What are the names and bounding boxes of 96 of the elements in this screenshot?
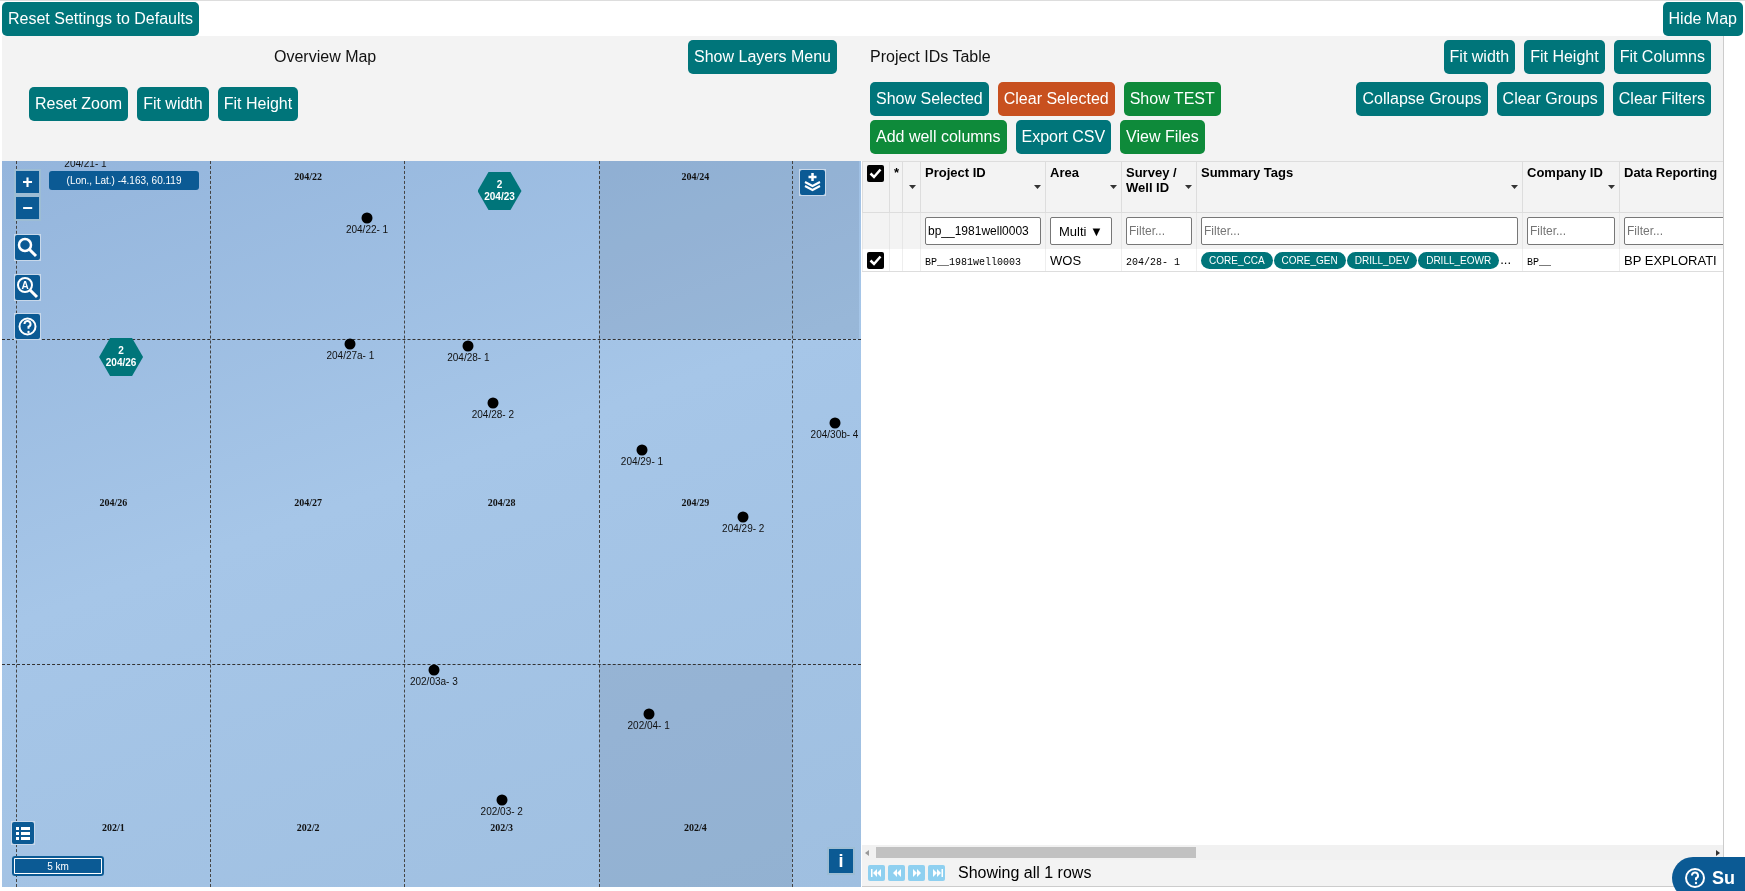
- well-marker[interactable]: [361, 212, 373, 224]
- table-toolbar-button[interactable]: Clear Selected: [997, 82, 1115, 116]
- dropdown-icon[interactable]: [1607, 184, 1616, 190]
- table-toolbar-button[interactable]: View Files: [1120, 120, 1205, 154]
- well-label: 202/04- 1: [627, 720, 670, 732]
- table-cell: 204/28- 1: [1126, 256, 1180, 268]
- table-toolbar-button[interactable]: Collapse Groups: [1356, 82, 1488, 116]
- help-icon[interactable]: [14, 313, 41, 340]
- show-layers-button[interactable]: Show Layers Menu: [688, 40, 837, 74]
- table-toolbar-button[interactable]: Add well columns: [870, 120, 1007, 154]
- table-toolbar-button[interactable]: Show Selected: [870, 82, 989, 116]
- well-label: 202/03- 2: [480, 805, 523, 817]
- well-marker[interactable]: [636, 444, 648, 456]
- well-label: 204/28- 1: [447, 351, 490, 363]
- panel-title: Overview Map: [274, 47, 377, 66]
- cluster-label: 204/23: [484, 191, 515, 204]
- zoom-extent-icon[interactable]: A: [14, 274, 41, 301]
- map-toolbar-button[interactable]: Fit Height: [217, 87, 299, 121]
- well-marker[interactable]: [428, 664, 440, 676]
- table-cell: BP EXPLORATI: [1624, 252, 1717, 268]
- dropdown-icon[interactable]: [908, 184, 917, 190]
- filter-field[interactable]: Filter...: [1201, 217, 1518, 245]
- tag-chip: DRILL_DEV: [1346, 251, 1418, 269]
- support-button[interactable]: Su: [1672, 857, 1745, 891]
- cluster-marker[interactable]: 2 204/23: [477, 172, 522, 211]
- checkbox[interactable]: [867, 251, 884, 269]
- cluster-label: 204/26: [105, 356, 137, 369]
- search-icon[interactable]: [14, 234, 41, 261]
- multi-select-dropdown[interactable]: Multi ▼: [1050, 217, 1112, 245]
- table-cell: BP__: [1527, 256, 1551, 268]
- table-cell: BP__1981well0003: [925, 256, 1021, 268]
- dropdown-icon[interactable]: [1510, 184, 1519, 190]
- block-label: 204/24: [681, 171, 710, 182]
- panel-title: Project IDs Table: [870, 47, 991, 66]
- well-label: 204/29- 1: [620, 456, 664, 468]
- cluster-marker[interactable]: 2 204/26: [99, 337, 144, 376]
- well-marker[interactable]: [643, 708, 655, 720]
- dropdown-icon[interactable]: [1109, 184, 1118, 190]
- well-label: 204/27a- 1: [326, 349, 375, 361]
- well-label: 204/28- 2: [471, 408, 514, 420]
- zoom-out-button[interactable]: −: [14, 195, 41, 221]
- well-marker[interactable]: [829, 417, 840, 429]
- filter-field[interactable]: Filter...: [1126, 217, 1192, 245]
- table-toolbar-button[interactable]: Show TEST: [1123, 82, 1221, 116]
- table-toolbar-button[interactable]: Fit Height: [1524, 40, 1605, 74]
- tag-chip: DRILL_EOWR: [1418, 251, 1500, 269]
- block-label: 204/27: [294, 497, 322, 509]
- well-marker[interactable]: [496, 794, 508, 806]
- layers-add-icon[interactable]: [799, 169, 826, 196]
- block-label: 202/2: [296, 822, 320, 834]
- info-button[interactable]: i: [827, 847, 855, 875]
- filter-field[interactable]: Filter...: [1624, 217, 1723, 245]
- cluster-count: 2: [496, 179, 503, 192]
- map-toolbar-button[interactable]: Fit width: [137, 87, 209, 121]
- filter-field[interactable]: Filter...: [1527, 217, 1615, 245]
- block-label: 204/26: [99, 497, 128, 509]
- list-icon[interactable]: [11, 821, 35, 845]
- well-marker[interactable]: [462, 340, 474, 352]
- block-label: 202/1: [101, 822, 125, 834]
- table-toolbar-button[interactable]: Clear Groups: [1496, 82, 1604, 116]
- reset-settings-button[interactable]: Reset Settings to Defaults: [2, 2, 199, 36]
- block-label: 202/3: [490, 822, 514, 834]
- block-label: 204/22: [294, 171, 322, 182]
- filter-field[interactable]: bp__1981well0003: [925, 217, 1041, 245]
- block-label: 204/29: [681, 497, 710, 509]
- horizontal-scrollbar[interactable]: [862, 845, 1723, 860]
- more-tags-indicator: ...: [1500, 251, 1512, 267]
- tag-chip: CORE_GEN: [1273, 251, 1346, 269]
- table-toolbar-button[interactable]: Export CSV: [1015, 120, 1112, 154]
- cluster-count: 2: [118, 344, 124, 357]
- zoom-in-button[interactable]: +: [14, 169, 41, 195]
- table-toolbar-button[interactable]: Fit Columns: [1613, 40, 1711, 74]
- block-label: 204/28: [487, 497, 516, 509]
- table-toolbar-button[interactable]: Clear Filters: [1612, 82, 1711, 116]
- help-icon: [1684, 867, 1706, 889]
- row-count-text: Showing all 1 rows: [958, 864, 1092, 882]
- coordinates-readout: (Lon., Lat.) -4.163, 60.119: [49, 171, 199, 190]
- well-marker[interactable]: [737, 511, 749, 523]
- table-toolbar-button[interactable]: Fit width: [1443, 40, 1516, 74]
- scale-bar: 5 km: [12, 856, 104, 876]
- map-view[interactable]: [2, 161, 861, 887]
- block-label: 202/4: [684, 822, 707, 834]
- well-label: 202/03a- 3: [409, 675, 458, 687]
- well-marker[interactable]: [487, 397, 499, 408]
- column-header-label: *: [894, 165, 900, 180]
- map-toolbar-button[interactable]: Reset Zoom: [29, 87, 129, 121]
- hide-map-button[interactable]: Hide Map: [1662, 2, 1743, 36]
- dropdown-icon[interactable]: [1033, 184, 1042, 190]
- well-label: 204/30b- 4: [810, 428, 859, 440]
- checkbox[interactable]: [867, 165, 884, 182]
- tag-chip: CORE_CCA: [1201, 251, 1273, 269]
- well-label: 204/29- 2: [722, 523, 765, 535]
- table-cell: WOS: [1050, 252, 1082, 268]
- dropdown-icon[interactable]: [1184, 184, 1193, 190]
- well-label: 204/22- 1: [345, 223, 389, 235]
- well-marker[interactable]: [344, 338, 356, 350]
